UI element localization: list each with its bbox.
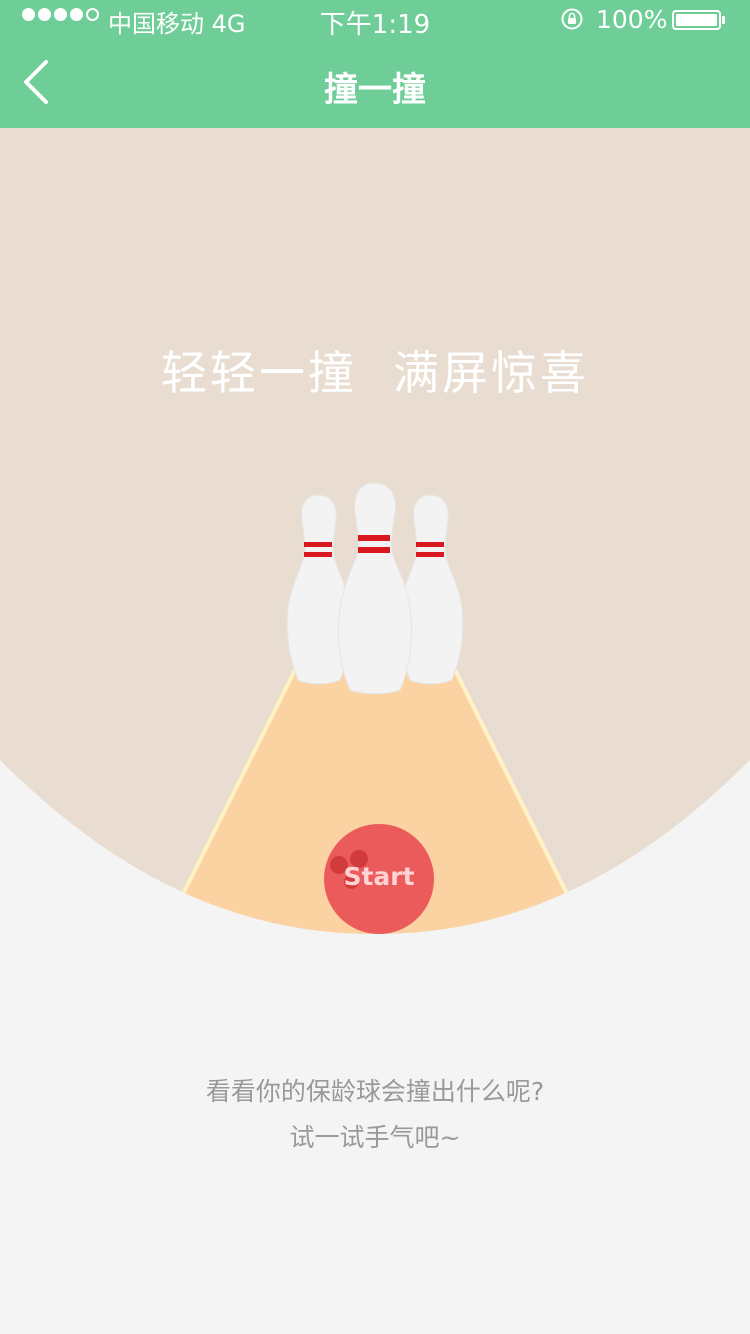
page-title: 撞一撞 bbox=[324, 70, 426, 110]
start-label: Start bbox=[343, 862, 415, 891]
battery-icon bbox=[672, 10, 725, 30]
top-bar: 中国移动 4G 下午1:19 100% 撞一撞 bbox=[0, 0, 750, 128]
rotation-lock-icon bbox=[561, 8, 583, 30]
tagline: 轻轻一撞 满屏惊喜 bbox=[0, 337, 750, 403]
hint-line-1: 看看你的保龄球会撞出什么呢? bbox=[205, 1077, 545, 1106]
start-ball-button[interactable]: Start bbox=[324, 824, 434, 934]
tagline-left: 轻轻一撞 bbox=[161, 346, 357, 400]
status-bar: 中国移动 4G 下午1:19 100% bbox=[0, 0, 750, 40]
tagline-right: 满屏惊喜 bbox=[393, 346, 589, 400]
battery-percent: 100% bbox=[596, 5, 668, 34]
hint-line-2: 试一试手气吧~ bbox=[289, 1123, 461, 1152]
